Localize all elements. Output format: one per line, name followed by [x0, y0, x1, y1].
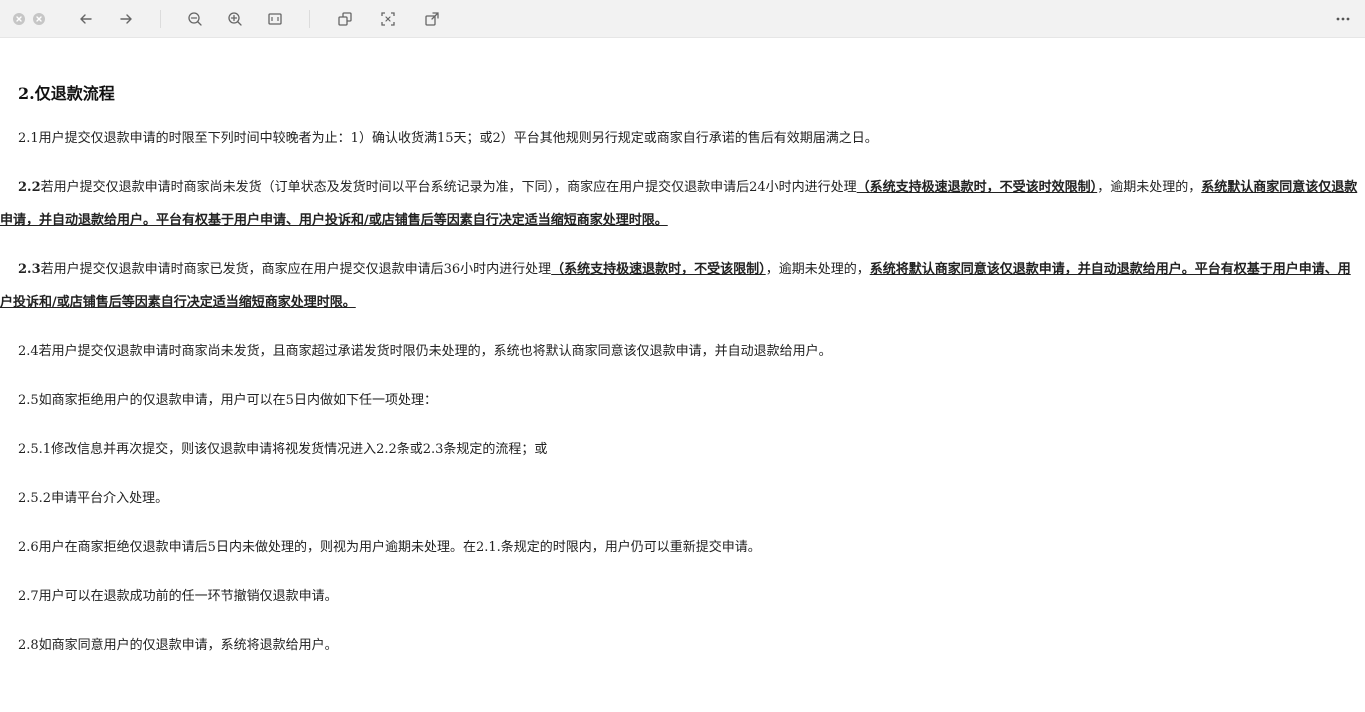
copy-button[interactable] — [335, 9, 355, 29]
more-icon — [1336, 17, 1350, 21]
clause-number: 2.3 — [18, 262, 41, 277]
paragraph-2-5-1: 2.5.1修改信息并再次提交，则该仅退款申请将视发货情况进入2.2条或2.3条规… — [18, 442, 548, 457]
copy-icon — [338, 12, 352, 26]
zoom-in-icon — [228, 12, 242, 26]
paragraph-text: ，逾期未处理的， — [1097, 180, 1202, 195]
paragraph-2-3: 2.3若用户提交仅退款申请时商家已发货，商家应在用户提交仅退款申请后36小时内进… — [0, 253, 1362, 319]
paragraph-2-5: 2.5如商家拒绝用户的仅退款申请，用户可以在5日内做如下任一项处理： — [18, 393, 437, 408]
minimize-icon — [36, 16, 42, 22]
clause-number: 2.2 — [18, 180, 41, 195]
page-title: 2.仅退款流程 — [18, 84, 115, 103]
arrow-right-icon — [120, 14, 132, 24]
emphasis-text: （系统支持极速退款时，不受该时效限制） — [856, 180, 1098, 195]
minimize-window-button[interactable] — [33, 13, 45, 25]
zoom-out-icon — [188, 12, 202, 26]
paragraph-text: 若用户提交仅退款申请时商家已发货，商家应在用户提交仅退款申请后36小时内进行处理 — [40, 262, 552, 277]
toolbar-separator — [160, 10, 161, 28]
emphasis-text: （系统支持极速退款时，不受该限制） — [551, 262, 766, 277]
zoom-out-button[interactable] — [185, 9, 205, 29]
toolbar-separator — [309, 10, 310, 28]
paragraph-2-7: 2.7用户可以在退款成功前的任一环节撤销仅退款申请。 — [18, 589, 338, 604]
fit-width-button[interactable] — [265, 9, 285, 29]
close-window-button[interactable] — [13, 13, 25, 25]
fit-width-icon — [268, 13, 282, 25]
screenshot-icon — [381, 12, 395, 26]
document-content: 2.仅退款流程 2.1用户提交仅退款申请的时限至下列时间中较晚者为止：1）确认收… — [0, 38, 1365, 712]
paragraph-2-5-2: 2.5.2申请平台介入处理。 — [18, 491, 169, 506]
open-external-button[interactable] — [422, 9, 442, 29]
viewer-toolbar — [0, 0, 1365, 38]
forward-button[interactable] — [116, 9, 136, 29]
close-icon — [16, 16, 22, 22]
more-button[interactable] — [1333, 9, 1353, 29]
paragraph-2-6: 2.6用户在商家拒绝仅退款申请后5日内未做处理的，则视为用户逾期未处理。在2.1… — [18, 540, 761, 555]
screenshot-button[interactable] — [378, 9, 398, 29]
paragraph-2-2: 2.2若用户提交仅退款申请时商家尚未发货（订单状态及发货时间以平台系统记录为准，… — [0, 171, 1362, 237]
arrow-left-icon — [80, 14, 92, 24]
back-button[interactable] — [76, 9, 96, 29]
paragraph-text: 若用户提交仅退款申请时商家尚未发货（订单状态及发货时间以平台系统记录为准，下同）… — [40, 180, 857, 195]
paragraph-text: ，逾期未处理的， — [765, 262, 870, 277]
paragraph-2-8: 2.8如商家同意用户的仅退款申请，系统将退款给用户。 — [18, 638, 338, 653]
paragraph-2-1: 2.1用户提交仅退款申请的时限至下列时间中较晚者为止：1）确认收货满15天；或2… — [18, 131, 878, 146]
zoom-in-button[interactable] — [225, 9, 245, 29]
paragraph-2-4: 2.4若用户提交仅退款申请时商家尚未发货，且商家超过承诺发货时限仍未处理的，系统… — [18, 344, 832, 359]
open-external-icon — [425, 12, 439, 26]
